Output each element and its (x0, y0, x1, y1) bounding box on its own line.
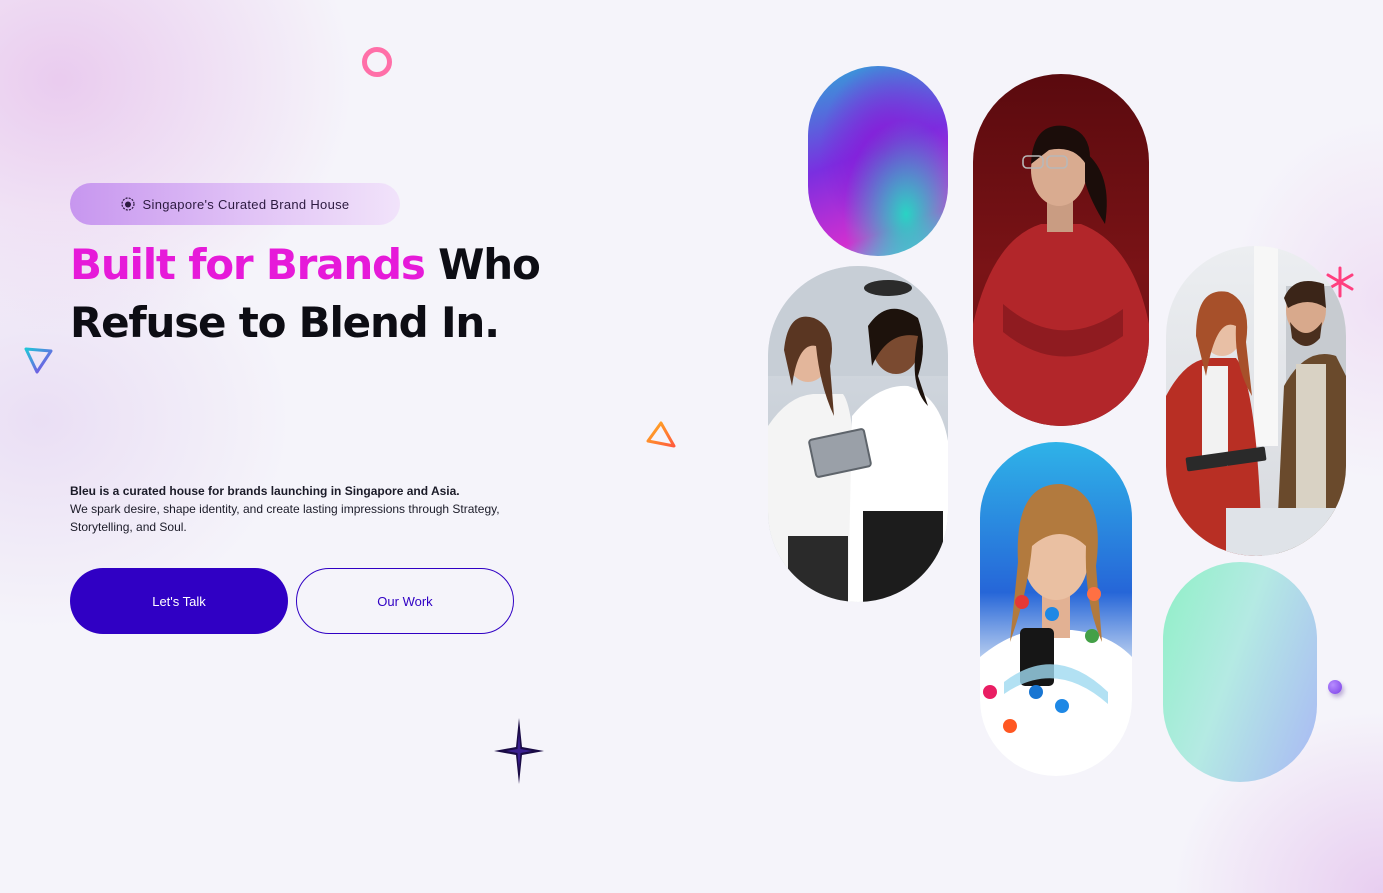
gradient-pill-bottom (1163, 562, 1317, 782)
hero-description: Bleu is a curated house for brands launc… (70, 482, 540, 536)
triangle-outline-icon (24, 347, 53, 374)
hero-badge: Singapore's Curated Brand House (70, 183, 400, 225)
description-body: We spark desire, shape identity, and cre… (70, 502, 500, 534)
photo-colleagues-office (1166, 246, 1346, 556)
gradient-pill-top (808, 66, 948, 256)
pink-ring-shape (362, 47, 392, 77)
sparkle-star-icon (494, 718, 544, 784)
photo-woman-phone-social (980, 442, 1132, 776)
badge-label: Singapore's Curated Brand House (142, 196, 350, 212)
headline-accent: Built for Brands (70, 240, 426, 289)
lets-talk-button[interactable]: Let's Talk (70, 568, 288, 634)
triangle-outline-icon (646, 421, 676, 448)
purple-dot-shape (1328, 680, 1342, 694)
description-lead: Bleu is a curated house for brands launc… (70, 484, 460, 498)
our-work-button[interactable]: Our Work (296, 568, 514, 634)
hero-headline: Built for Brands Who Refuse to Blend In. (70, 236, 630, 352)
photo-woman-red-shirt (973, 74, 1149, 426)
lion-head-icon (120, 197, 135, 211)
photo-two-women-tablet (768, 266, 948, 602)
